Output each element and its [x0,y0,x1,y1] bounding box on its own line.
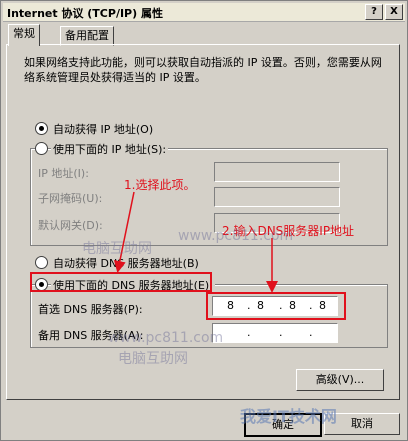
highlight-preferred-dns [206,292,346,320]
subnet-mask-field[interactable] [214,187,340,207]
alternate-dns-field[interactable]: . . . [212,323,338,343]
window-title: Internet 协议 (TCP/IP) 属性 [7,7,163,20]
close-button[interactable]: X [385,4,403,20]
tab-alternate-config[interactable]: 备用配置 [60,26,114,46]
ip-auto-label: 自动获得 IP 地址(O) [53,123,154,136]
highlight-dns-manual [30,272,212,292]
watermark-url-2: www.pc811.com [108,330,224,346]
watermark-name-2: 电脑互助网 [118,351,188,367]
preferred-dns-label: 首选 DNS 服务器(P): [38,303,143,316]
ip-manual-label: 使用下面的 IP 地址(S): [51,141,169,157]
subnet-mask-label: 子网掩码(U): [38,192,103,205]
tab-general[interactable]: 常规 [8,24,40,46]
watermark-url-1: www.pc811.com [178,228,294,244]
watermark-name-1: 电脑互助网 [82,241,152,257]
ip-address-label: IP 地址(I): [38,167,89,180]
ip-auto-radio[interactable] [35,122,48,135]
ip-manual-radio[interactable] [35,142,48,155]
dns-auto-radio[interactable] [35,256,48,269]
title-bar[interactable]: Internet 协议 (TCP/IP) 属性 ? X [3,3,405,22]
advanced-button[interactable]: 高级(V)... [296,369,384,391]
ip-address-field[interactable] [214,162,340,182]
watermark-brand: 我爱IT技术网 [240,407,337,426]
gateway-label: 默认网关(D): [38,219,103,232]
intro-text: 如果网络支持此功能，则可以获取自动指派的 IP 设置。否则，您需要从网络系统管理… [24,56,382,84]
annotation-step1: 1.选择此项。 [124,178,196,192]
help-button[interactable]: ? [365,4,383,20]
